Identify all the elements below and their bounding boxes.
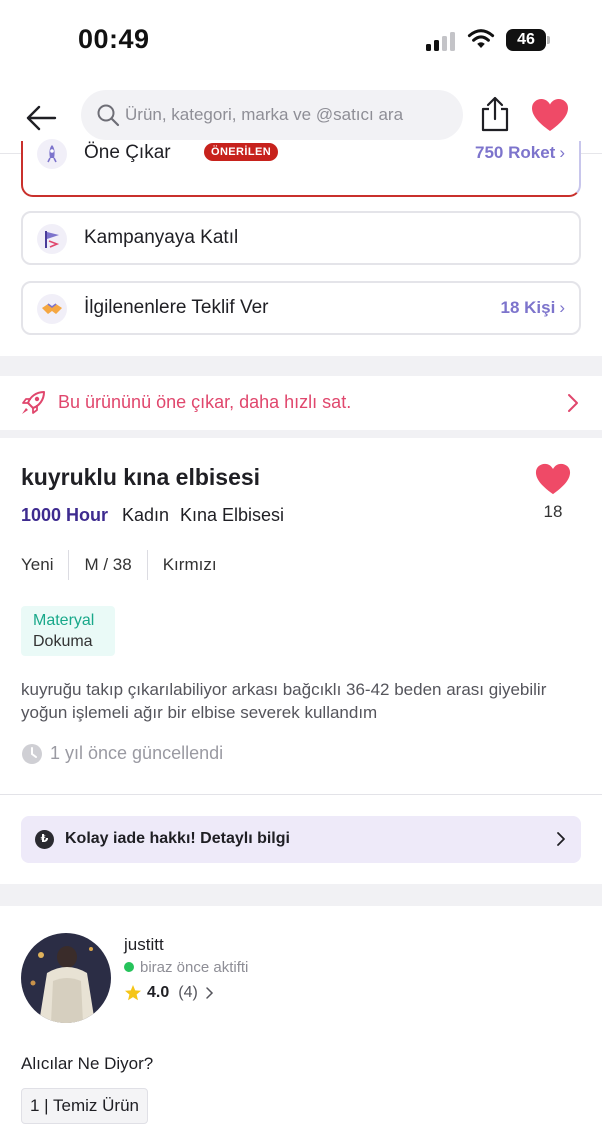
online-dot-icon [124, 962, 134, 972]
search-icon [97, 104, 120, 127]
promote-label: Öne Çıkar [84, 142, 171, 163]
product-specs: Yeni M / 38 Kırmızı [21, 550, 217, 580]
rating-score: 4.0 [147, 984, 170, 1001]
promote-value: 750 Roket › [475, 143, 565, 163]
product-description: kuyruğu takıp çıkarılabiliyor arkası bağ… [21, 680, 547, 722]
star-icon [125, 985, 141, 1001]
campaign-flag-icon [37, 224, 67, 254]
reviews-title: Alıcılar Ne Diyor? [21, 1054, 154, 1073]
rocket-icon [22, 391, 45, 414]
search-bar[interactable] [81, 90, 463, 140]
section-separator [0, 356, 602, 376]
seller-status-text: biraz önce aktifti [140, 959, 249, 976]
offer-interested-count: 18 Kişi [500, 298, 556, 317]
offer-value: 18 Kişi › [501, 298, 565, 318]
campaign-label: Kampanyaya Katıl [84, 227, 239, 248]
product-title: kuyruklu kına elbisesi [21, 464, 261, 490]
wifi-icon [467, 29, 495, 48]
battery-icon: 46 [506, 29, 546, 51]
material-value: Dokuma [33, 633, 93, 650]
campaign-card[interactable]: Kampanyaya Katıl [21, 211, 581, 265]
review-tag[interactable]: 1 | Temiz Ürün [21, 1088, 148, 1124]
condition-value: Yeni [21, 555, 54, 574]
clock-icon [22, 744, 42, 764]
seller-avatar[interactable] [21, 933, 111, 1023]
chevron-right-icon: › [559, 298, 565, 317]
easy-return-banner[interactable]: ₺ Kolay iade hakkı! Detaylı bilgi [21, 816, 581, 863]
recommended-badge: ÖNERİLEN [204, 143, 279, 161]
chevron-right-icon [206, 987, 213, 999]
spec-divider [146, 550, 148, 580]
lira-icon: ₺ [35, 830, 54, 849]
product-category[interactable]: Kadın [122, 505, 169, 526]
material-tag: Materyal Dokuma [21, 606, 115, 656]
chevron-right-icon: › [559, 143, 565, 162]
promote-rocket-count: 750 Roket [475, 143, 556, 162]
rating-count: (4) [178, 984, 198, 1001]
like-heart-icon[interactable] [535, 462, 571, 496]
battery-tip [547, 36, 550, 44]
chevron-right-icon [568, 394, 578, 412]
share-icon[interactable] [478, 95, 512, 133]
handshake-icon [37, 294, 67, 324]
status-time: 00:49 [78, 24, 150, 54]
offer-card[interactable]: İlgilenenlere Teklif Ver 18 Kişi › [21, 281, 581, 335]
color-value: Kırmızı [162, 555, 217, 574]
seller-rating[interactable]: 4.0 (4) [124, 984, 214, 1002]
cellular-signal-icon [426, 32, 458, 51]
offer-label: İlgilenenlere Teklif Ver [84, 297, 269, 318]
divider [0, 794, 602, 795]
seller-active-status: biraz önce aktifti [124, 959, 248, 976]
easy-return-text: Kolay iade hakkı! Detaylı bilgi [65, 830, 290, 847]
status-bar: 00:49 46 [0, 0, 602, 82]
updated-text: 1 yıl önce güncellendi [50, 743, 224, 763]
seller-name[interactable]: justitt [124, 935, 164, 955]
size-value: M / 38 [84, 555, 132, 574]
chevron-right-icon [557, 832, 565, 846]
search-input[interactable] [125, 90, 455, 140]
favorite-heart-icon[interactable] [531, 98, 569, 132]
material-label: Materyal [33, 612, 95, 629]
promote-banner-text: Bu ürününü öne çıkar, daha hızlı sat. [58, 392, 352, 412]
spec-divider [68, 550, 70, 580]
promote-banner[interactable]: Bu ürününü öne çıkar, daha hızlı sat. [0, 376, 602, 430]
back-arrow-icon[interactable] [22, 99, 60, 137]
product-subcategory[interactable]: Kına Elbisesi [180, 505, 284, 526]
like-count: 18 [543, 502, 563, 521]
promote-card[interactable]: Öne Çıkar ÖNERİLEN 750 Roket › [21, 139, 581, 197]
rocket-icon [37, 139, 67, 169]
section-separator [0, 430, 602, 438]
section-separator [0, 884, 602, 906]
product-brand[interactable]: 1000 Hour [21, 505, 108, 526]
